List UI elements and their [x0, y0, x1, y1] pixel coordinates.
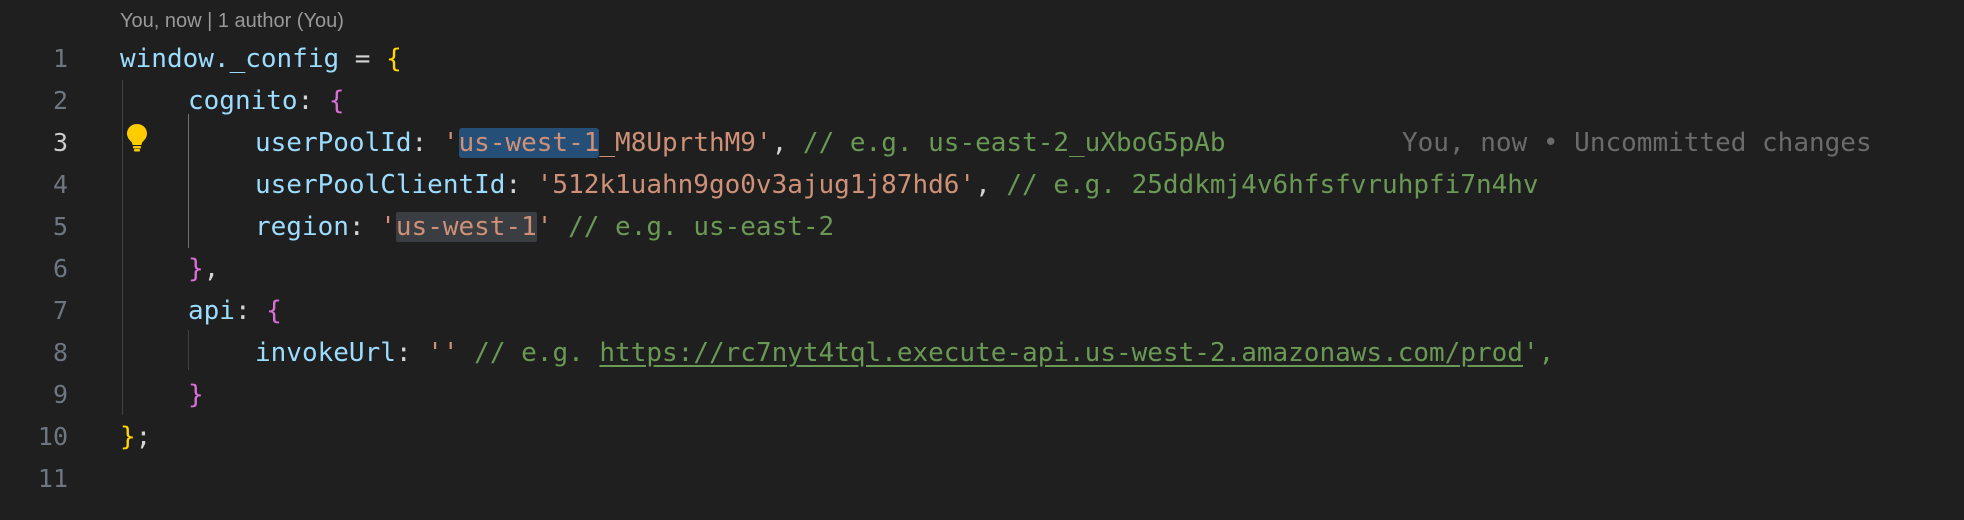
line-number: 4 [52, 170, 68, 199]
code-text: cognito: { [188, 80, 345, 122]
token-bracket: } [188, 380, 204, 410]
token-string: '' [427, 338, 459, 368]
token-property: userPoolClientId [255, 170, 506, 200]
code-text: api: { [188, 290, 282, 332]
token-string-quote: ' [380, 212, 396, 242]
token-punctuation: , [203, 254, 220, 284]
token-punctuation: : [395, 338, 428, 368]
code-text: window._config = { [120, 38, 402, 80]
code-line-6[interactable]: 6 }, [0, 248, 1964, 290]
token-comment: ', [1522, 338, 1555, 368]
line-number: 2 [52, 86, 68, 115]
code-text: } [188, 374, 204, 416]
token-property: invokeUrl [255, 338, 396, 368]
code-line-4[interactable]: 4 userPoolClientId: '512k1uahn9go0v3ajug… [0, 164, 1964, 206]
token-comment: // e.g. [474, 338, 600, 368]
token-property: userPoolId [255, 128, 412, 158]
line-number: 6 [52, 254, 68, 283]
comment-url-link[interactable]: https://rc7nyt4tql.execute-api.us-west-2… [599, 338, 1523, 368]
code-text: userPoolId: 'us-west-1_M8UprthM9', // e.… [255, 122, 1226, 164]
code-line-2[interactable]: 2 cognito: { [0, 80, 1964, 122]
code-text: }, [188, 248, 219, 290]
token-string: '512k1uahn9go0v3ajug1j87hd6' [536, 170, 976, 200]
token-bracket: { [266, 296, 282, 326]
line-number: 1 [52, 44, 68, 73]
token-punctuation: ; [135, 422, 152, 452]
code-text: invokeUrl: '' // e.g. https://rc7nyt4tql… [255, 332, 1554, 374]
line-number: 11 [37, 464, 68, 493]
text-selection[interactable]: us-west-1 [458, 128, 600, 158]
line-number-active: 3 [52, 128, 68, 157]
code-line-1[interactable]: 1 window._config = { [0, 38, 1964, 80]
token-bracket: } [120, 422, 136, 452]
line-number: 8 [52, 338, 68, 367]
token-operator: = [339, 44, 387, 74]
token-punctuation: : [297, 86, 329, 116]
token-property: cognito [188, 86, 298, 116]
token-variable: window._config [120, 44, 340, 74]
word-highlight: us-west-1 [395, 212, 537, 242]
token-comment: // e.g. us-east-2_uXboG5pAb [802, 128, 1226, 158]
token-bracket: { [328, 86, 345, 116]
code-line-5[interactable]: 5 region: 'us-west-1' // e.g. us-east-2 [0, 206, 1964, 248]
token-punctuation: : [348, 212, 381, 242]
code-line-11[interactable]: 11 [0, 458, 1964, 500]
code-line-9[interactable]: 9 } [0, 374, 1964, 416]
code-text: region: 'us-west-1' // e.g. us-east-2 [255, 206, 834, 248]
token-punctuation: : [234, 296, 267, 326]
code-line-8[interactable]: 8 invokeUrl: '' // e.g. https://rc7nyt4t… [0, 332, 1964, 374]
token-comment: // e.g. us-east-2 [568, 212, 835, 242]
line-number: 9 [52, 380, 68, 409]
token-punctuation: : [505, 170, 537, 200]
token-punctuation: , [975, 170, 1007, 200]
line-number: 10 [37, 422, 68, 451]
line-number: 7 [52, 296, 68, 325]
token-property: region [255, 212, 349, 242]
code-line-10[interactable]: 10 }; [0, 416, 1964, 458]
code-text: }; [120, 416, 151, 458]
codelens-author-info[interactable]: You, now | 1 author (You) [120, 6, 344, 36]
token-string-quote: ' [536, 212, 553, 242]
code-text: userPoolClientId: '512k1uahn9go0v3ajug1j… [255, 164, 1539, 206]
token-string: _M8UprthM9 [599, 128, 756, 158]
token-comment: // e.g. 25ddkmj4v6hfsfvruhpfi7n4hv [1006, 170, 1539, 200]
line-number: 5 [52, 212, 68, 241]
token-string-quote: ' [755, 128, 772, 158]
token-bracket: { [386, 44, 402, 74]
token-bracket: } [188, 254, 204, 284]
git-blame-annotation[interactable]: You, now • Uncommitted changes [1402, 122, 1872, 164]
token-punctuation: : [411, 128, 443, 158]
code-line-7[interactable]: 7 api: { [0, 290, 1964, 332]
token-punctuation: , [771, 128, 803, 158]
token-string-quote: ' [442, 128, 459, 158]
lightbulb-icon[interactable] [124, 122, 150, 152]
token-property: api [188, 296, 235, 326]
code-editor[interactable]: You, now | 1 author (You) 1 window._conf… [0, 0, 1964, 520]
